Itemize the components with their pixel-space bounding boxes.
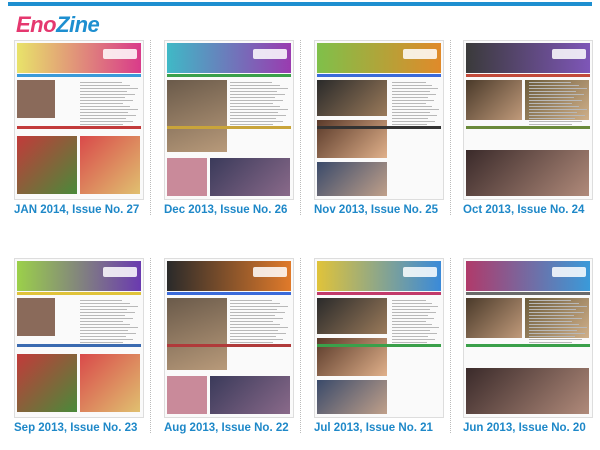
- section-band: [317, 126, 441, 129]
- color-band: [466, 74, 590, 77]
- issue-thumbnail[interactable]: [14, 40, 144, 200]
- masthead-image: [17, 43, 141, 73]
- issue-caption[interactable]: Jul 2013, Issue No. 21: [314, 422, 464, 434]
- photo: [466, 80, 522, 120]
- article-text: [80, 82, 140, 130]
- color-band: [317, 292, 441, 295]
- section-band: [167, 126, 291, 129]
- photo: [167, 158, 207, 196]
- issue-thumbnail[interactable]: [164, 40, 294, 200]
- photo: [17, 354, 77, 412]
- photo: [466, 150, 589, 196]
- photo: [466, 298, 522, 338]
- photo: [80, 354, 140, 412]
- photo: [167, 298, 227, 370]
- article-text: [230, 82, 290, 130]
- masthead-image: [17, 261, 141, 291]
- article-text: [529, 300, 589, 348]
- section-band: [17, 126, 141, 129]
- masthead-brand-graphic: [253, 267, 287, 277]
- issue-caption[interactable]: Aug 2013, Issue No. 22: [164, 422, 314, 434]
- column-divider: [150, 40, 151, 215]
- column-divider: [450, 258, 451, 433]
- issue-caption[interactable]: Sep 2013, Issue No. 23: [14, 422, 164, 434]
- column-divider: [150, 258, 151, 433]
- issue-thumbnail[interactable]: [463, 258, 593, 418]
- masthead-image: [167, 43, 291, 73]
- photo: [167, 80, 227, 152]
- masthead-image: [466, 43, 590, 73]
- photo: [80, 136, 140, 194]
- masthead-image: [317, 261, 441, 291]
- issue-caption[interactable]: Jun 2013, Issue No. 20: [463, 422, 600, 434]
- photo: [466, 368, 589, 414]
- issue-caption[interactable]: Dec 2013, Issue No. 26: [164, 204, 314, 216]
- issue-caption[interactable]: Oct 2013, Issue No. 24: [463, 204, 600, 216]
- section-band: [167, 344, 291, 347]
- color-band: [167, 74, 291, 77]
- masthead-brand-graphic: [253, 49, 287, 59]
- article-text: [392, 300, 440, 348]
- issue-thumbnail[interactable]: [314, 40, 444, 200]
- article-text: [392, 82, 440, 130]
- issue-caption[interactable]: Nov 2013, Issue No. 25: [314, 204, 464, 216]
- masthead-image: [167, 261, 291, 291]
- section-band: [17, 344, 141, 347]
- photo: [17, 136, 77, 194]
- column-divider: [300, 40, 301, 215]
- photo: [17, 298, 55, 336]
- column-divider: [300, 258, 301, 433]
- issue-thumbnail[interactable]: [463, 40, 593, 200]
- issue-thumbnail[interactable]: [314, 258, 444, 418]
- section-band: [466, 126, 590, 129]
- top-accent-stripe: [8, 2, 592, 6]
- photo: [317, 162, 387, 196]
- masthead-image: [466, 261, 590, 291]
- masthead-brand-graphic: [103, 267, 137, 277]
- masthead-brand-graphic: [552, 267, 586, 277]
- article-text: [230, 300, 290, 348]
- logo-part-2: Zine: [56, 12, 100, 37]
- column-divider: [450, 40, 451, 215]
- color-band: [317, 74, 441, 77]
- color-band: [17, 74, 141, 77]
- photo: [317, 298, 387, 334]
- color-band: [466, 292, 590, 295]
- photo: [167, 376, 207, 414]
- section-band: [317, 344, 441, 347]
- issue-thumbnail[interactable]: [164, 258, 294, 418]
- photo: [210, 376, 290, 414]
- section-band: [466, 344, 590, 347]
- top-bar: [0, 0, 600, 6]
- article-text: [529, 82, 589, 130]
- masthead-brand-graphic: [403, 267, 437, 277]
- photo: [317, 380, 387, 414]
- masthead-brand-graphic: [552, 49, 586, 59]
- article-text: [80, 300, 140, 348]
- issue-thumbnail[interactable]: [14, 258, 144, 418]
- color-band: [17, 292, 141, 295]
- color-band: [167, 292, 291, 295]
- logo-part-1: Eno: [16, 12, 57, 37]
- enozine-logo[interactable]: EnoZine: [16, 12, 100, 38]
- issue-caption[interactable]: JAN 2014, Issue No. 27: [14, 204, 164, 216]
- photo: [17, 80, 55, 118]
- masthead-image: [317, 43, 441, 73]
- photo: [210, 158, 290, 196]
- masthead-brand-graphic: [403, 49, 437, 59]
- photo: [317, 80, 387, 116]
- masthead-brand-graphic: [103, 49, 137, 59]
